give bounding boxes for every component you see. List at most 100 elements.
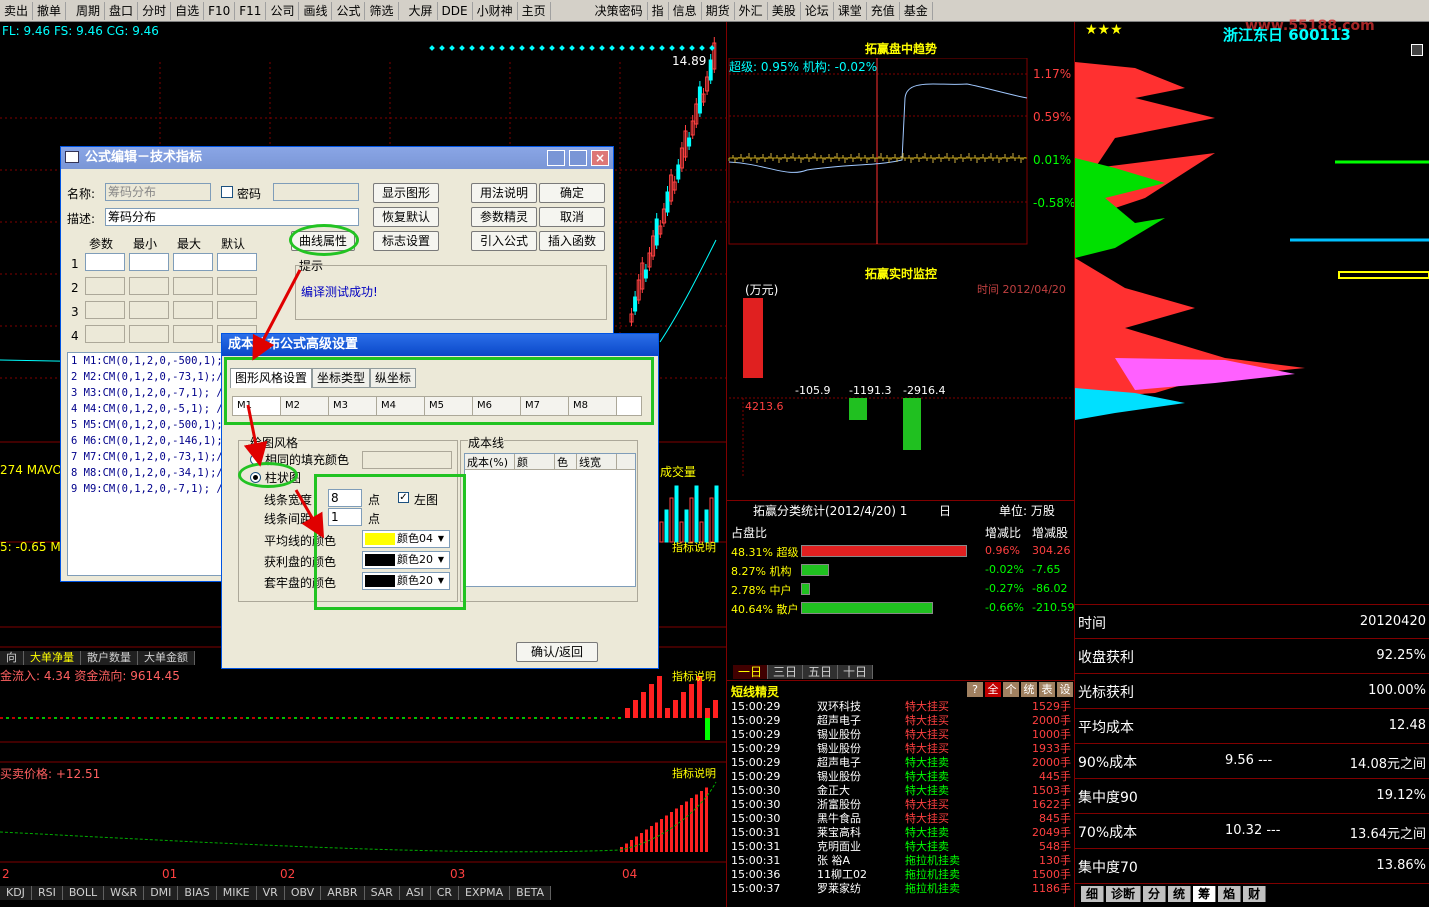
toolbar-right-item[interactable]: 指 <box>648 1 669 20</box>
indicator-tab[interactable]: 大单金额 <box>138 651 195 665</box>
password-field[interactable] <box>273 183 359 201</box>
spirit-button[interactable]: 个 <box>1003 682 1019 697</box>
formula-dialog-title[interactable]: 公式编辑－技术指标 × <box>61 147 613 169</box>
spirit-row[interactable]: 15:00:29 锡业股份 特大挂卖 445手 <box>727 770 1075 784</box>
param-wizard-button[interactable]: 参数精灵 <box>471 207 537 227</box>
right-tab[interactable]: 焰 <box>1218 886 1242 902</box>
bottom-tab[interactable]: DMI <box>144 886 179 900</box>
right-tab[interactable]: 统 <box>1168 886 1192 902</box>
toolbar-item[interactable]: 主页 <box>518 1 551 20</box>
spirit-button[interactable]: 统 <box>1021 682 1037 697</box>
minimize-icon[interactable] <box>547 150 565 166</box>
bottom-tab[interactable]: BIAS <box>178 886 217 900</box>
toolbar-right-item[interactable]: 期货 <box>702 1 735 20</box>
spirit-button[interactable]: 全 <box>985 682 1001 697</box>
bottom-tab[interactable]: SAR <box>364 886 400 900</box>
toolbar-item[interactable]: 分时 <box>138 1 172 20</box>
right-tab[interactable]: 筹 <box>1193 886 1217 902</box>
indicator-tab[interactable]: 散户数量 <box>81 651 138 665</box>
right-tab[interactable]: 分 <box>1143 886 1167 902</box>
indicator-help-1[interactable]: 指标说明 <box>672 539 716 555</box>
param-cell[interactable] <box>85 253 125 271</box>
bottom-tab[interactable]: BETA <box>510 886 552 900</box>
spirit-row[interactable]: 15:00:31 莱宝高科 特大挂卖 2049手 <box>727 826 1075 840</box>
toolbar-item[interactable]: 卖出 <box>0 1 34 20</box>
maximize-icon[interactable] <box>569 150 587 166</box>
param-cell[interactable] <box>173 325 213 343</box>
spirit-row[interactable]: 15:00:30 金正大 特大挂卖 1503手 <box>727 784 1075 798</box>
bottom-tab[interactable]: ARBR <box>321 886 365 900</box>
param-cell[interactable] <box>85 301 125 319</box>
flag-settings-button[interactable]: 标志设置 <box>373 231 439 251</box>
param-cell[interactable] <box>173 301 213 319</box>
param-cell[interactable] <box>85 277 125 295</box>
spirit-button[interactable]: 设 <box>1057 682 1073 697</box>
fill-color-select[interactable] <box>362 451 452 469</box>
right-tab[interactable]: 财 <box>1243 886 1267 902</box>
bottom-tab[interactable]: RSI <box>31 886 63 900</box>
spirit-row[interactable]: 15:00:31 克明面业 特大挂卖 548手 <box>727 840 1075 854</box>
toolbar-item[interactable]: 周期 <box>72 1 106 20</box>
spirit-row[interactable]: 15:00:29 超声电子 特大挂卖 2000手 <box>727 756 1075 770</box>
toolbar-right-item[interactable]: 课堂 <box>834 1 867 20</box>
indicator-help-2[interactable]: 指标说明 <box>672 668 716 684</box>
toolbar-item[interactable]: 撤单 <box>33 1 67 20</box>
spirit-row[interactable]: 15:00:29 锡业股份 特大挂买 1000手 <box>727 728 1075 742</box>
param-cell[interactable] <box>173 277 213 295</box>
param-cell[interactable] <box>217 253 257 271</box>
code-editor[interactable]: 1 M1:CM(0,1,2,0,-500,1);/ 2 M2:CM(0,1,2,0… <box>67 352 227 576</box>
param-cell[interactable] <box>217 277 257 295</box>
bottom-tab[interactable]: CR <box>430 886 460 900</box>
toolbar-item[interactable]: 小财神 <box>473 1 518 20</box>
bottom-tab[interactable]: BOLL <box>62 886 105 900</box>
ok-button[interactable]: 确定 <box>539 183 605 203</box>
bottom-tab[interactable]: MIKE <box>216 886 257 900</box>
name-field[interactable]: 筹码分布 <box>105 183 211 201</box>
param-cell[interactable] <box>129 253 169 271</box>
spirit-button[interactable]: ? <box>967 682 983 697</box>
password-checkbox[interactable] <box>221 186 233 198</box>
settings-icon[interactable] <box>1411 44 1423 56</box>
usage-button[interactable]: 用法说明 <box>471 183 537 203</box>
period-tab[interactable]: 三日 <box>768 665 804 679</box>
restore-default-button[interactable]: 恢复默认 <box>373 207 439 227</box>
toolbar-right-item[interactable]: 信息 <box>669 1 702 20</box>
param-cell[interactable] <box>173 253 213 271</box>
insert-function-button[interactable]: 插入函数 <box>539 231 605 251</box>
toolbar-item[interactable]: 画线 <box>299 1 333 20</box>
toolbar-right-item[interactable]: 美股 <box>768 1 801 20</box>
show-graph-button[interactable]: 显示图形 <box>373 183 439 203</box>
toolbar-item[interactable]: 大屏 <box>405 1 438 20</box>
toolbar-item[interactable]: F10 <box>204 1 236 20</box>
cost-table[interactable]: 成本(%) 颜色线宽 <box>464 453 636 587</box>
toolbar-item[interactable]: 盘口 <box>105 1 139 20</box>
spirit-row[interactable]: 15:00:29 超声电子 特大挂买 2000手 <box>727 714 1075 728</box>
bottom-tab[interactable]: OBV <box>284 886 322 900</box>
import-formula-button[interactable]: 引入公式 <box>471 231 537 251</box>
toolbar-item[interactable]: DDE <box>438 1 473 20</box>
indicator-tab[interactable]: 向 <box>0 651 24 665</box>
spirit-row[interactable]: 15:00:30 浙富股份 特大挂买 1622手 <box>727 798 1075 812</box>
indicator-help-3[interactable]: 指标说明 <box>672 765 716 781</box>
toolbar-right-item[interactable]: 决策密码 <box>591 1 648 20</box>
param-cell[interactable] <box>129 325 169 343</box>
close-icon[interactable]: × <box>591 150 609 166</box>
param-cell[interactable] <box>129 277 169 295</box>
bottom-tab[interactable]: EXPMA <box>459 886 511 900</box>
bottom-tab[interactable]: ASI <box>399 886 431 900</box>
toolbar-item[interactable]: 公式 <box>332 1 366 20</box>
period-tab[interactable]: 一日 <box>733 665 769 679</box>
spirit-button[interactable]: 表 <box>1039 682 1055 697</box>
spirit-row[interactable]: 15:00:29 锡业股份 特大挂买 1933手 <box>727 742 1075 756</box>
cancel-button[interactable]: 取消 <box>539 207 605 227</box>
toolbar-right-item[interactable]: 基金 <box>900 1 933 20</box>
toolbar-right-item[interactable]: 充值 <box>867 1 900 20</box>
toolbar-item[interactable]: F11 <box>235 1 267 20</box>
period-tab[interactable]: 十日 <box>838 665 874 679</box>
bottom-tab[interactable]: W&R <box>104 886 145 900</box>
spirit-row[interactable]: 15:00:29 双环科技 特大挂买 1529手 <box>727 700 1075 714</box>
toolbar-item[interactable]: 自选 <box>171 1 205 20</box>
right-tab[interactable]: 细 <box>1081 886 1105 902</box>
right-tab[interactable]: 诊断 <box>1106 886 1142 902</box>
toolbar-item[interactable]: 筛选 <box>365 1 399 20</box>
